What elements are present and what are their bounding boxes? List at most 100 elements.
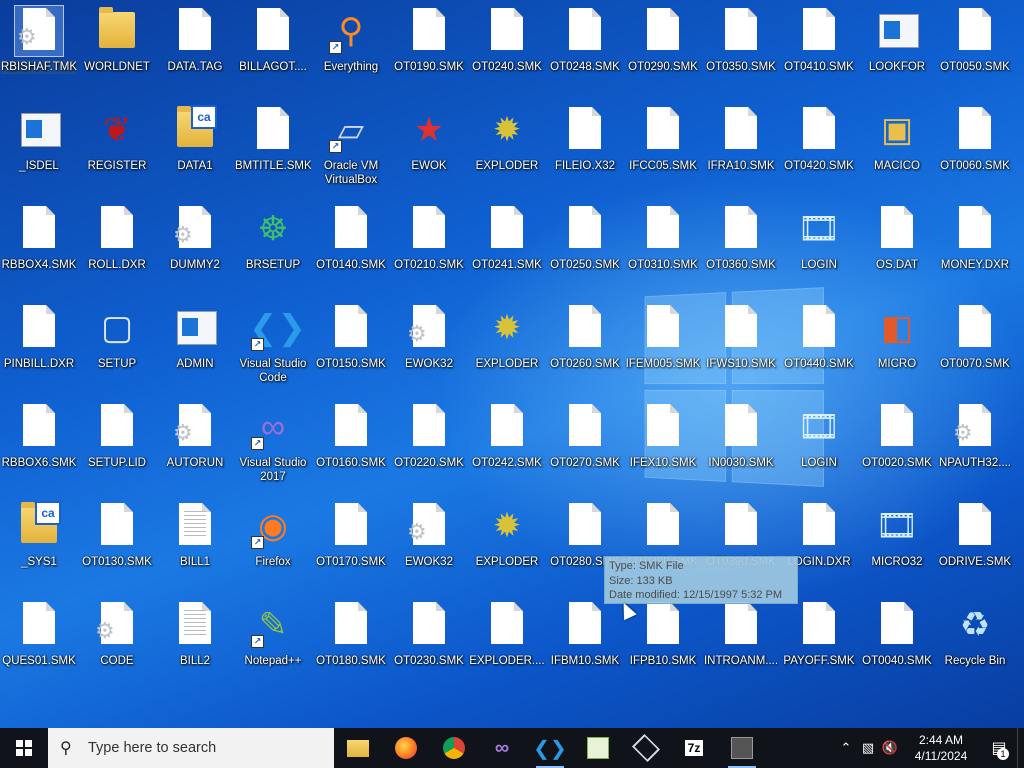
desktop-icon-ot0020-smk[interactable]: OT0020.SMK (859, 402, 935, 470)
desktop-icon-ewok32[interactable]: ⚙ EWOK32 (391, 303, 467, 371)
desktop-icon-notepad[interactable]: ✎ ↗ Notepad++ (235, 600, 311, 668)
taskbar-notepad-plus-plus[interactable] (574, 728, 622, 768)
desktop-icon-rbishaf-tmk[interactable]: ⚙ RBISHAF.TMK (1, 5, 77, 74)
desktop-icon-exploder[interactable]: ✹ EXPLODER (469, 303, 545, 371)
desktop-icon-ifex10-smk[interactable]: IFEX10.SMK (625, 402, 701, 470)
desktop-icon-ot0140-smk[interactable]: OT0140.SMK (313, 204, 389, 272)
desktop-icon-ifra10-smk[interactable]: IFRA10.SMK (703, 105, 779, 173)
desktop-icon-ifcc05-smk[interactable]: IFCC05.SMK (625, 105, 701, 173)
desktop-icon-register[interactable]: ❦ REGISTER (79, 105, 155, 173)
desktop-icon-admin[interactable]: ADMIN (157, 303, 233, 371)
desktop-icon-ot0170-smk[interactable]: OT0170.SMK (313, 501, 389, 569)
desktop-icon-ot0290-smk[interactable]: OT0290.SMK (625, 6, 701, 74)
network-icon[interactable]: ▧ (857, 740, 879, 756)
desktop-icon-micro32[interactable]: 🎞 MICRO32 (859, 501, 935, 569)
desktop-icon-ot0240-smk[interactable]: OT0240.SMK (469, 6, 545, 74)
desktop-icon-billagot[interactable]: BILLAGOT.... (235, 6, 311, 74)
desktop-icon-macico[interactable]: ▣ MACICO (859, 105, 935, 173)
desktop-icon-ot0250-smk[interactable]: OT0250.SMK (547, 204, 623, 272)
desktop-icon-ifws10-smk[interactable]: IFWS10.SMK (703, 303, 779, 371)
desktop-icon-ques01-smk[interactable]: QUES01.SMK (1, 600, 77, 668)
desktop-icon-sys1[interactable]: ca _SYS1 (1, 501, 77, 569)
desktop-icon-money-dxr[interactable]: MONEY.DXR (937, 204, 1013, 272)
desktop-icon-setup[interactable]: ▢ SETUP (79, 303, 155, 371)
desktop-icon-ot0070-smk[interactable]: OT0070.SMK (937, 303, 1013, 371)
desktop-icon-recycle-bin[interactable]: ♻ Recycle Bin (937, 600, 1013, 668)
desktop-icon-ot0420-smk[interactable]: OT0420.SMK (781, 105, 857, 173)
desktop-icon-bill2[interactable]: BILL2 (157, 600, 233, 668)
desktop-icon-everything[interactable]: ⚲ ↗ Everything (313, 6, 389, 74)
desktop-icon-ot0310-smk[interactable]: OT0310.SMK (625, 204, 701, 272)
desktop-icon-npauth32[interactable]: ⚙ NPAUTH32.... (937, 402, 1013, 470)
desktop-icon-dummy2[interactable]: ⚙ DUMMY2 (157, 204, 233, 272)
desktop-icon-ot0040-smk[interactable]: OT0040.SMK (859, 600, 935, 668)
desktop-icon-isdel[interactable]: _ISDEL (1, 105, 77, 173)
taskbar-visual-studio[interactable]: ∞ (478, 728, 526, 768)
desktop-icon-ifpb10-smk[interactable]: IFPB10.SMK (625, 600, 701, 668)
desktop-icon-ot0050-smk[interactable]: OT0050.SMK (937, 6, 1013, 74)
desktop-icon-data1[interactable]: ca DATA1 (157, 105, 233, 173)
desktop-icon-setup-lid[interactable]: SETUP.LID (79, 402, 155, 470)
desktop-icon-brsetup[interactable]: ☸ BRSETUP (235, 204, 311, 272)
desktop-icon-payoff-smk[interactable]: PAYOFF.SMK (781, 600, 857, 668)
desktop-icon-login[interactable]: 🎞 LOGIN (781, 402, 857, 470)
desktop-icon-worldnet[interactable]: WORLDNET (79, 6, 155, 74)
desktop-icon-fileio-x32[interactable]: FILEIO.X32 (547, 105, 623, 173)
desktop-icon-pinbill-dxr[interactable]: PINBILL.DXR (1, 303, 77, 371)
taskbar-file-explorer[interactable] (334, 728, 382, 768)
clock[interactable]: 2:44 AM 4/11/2024 (901, 732, 981, 764)
taskbar-chrome[interactable] (430, 728, 478, 768)
desktop-icon-code[interactable]: ⚙ CODE (79, 600, 155, 668)
taskbar-virtualbox[interactable] (622, 728, 670, 768)
taskbar-director[interactable] (718, 728, 766, 768)
desktop-icon-ewok[interactable]: ★ EWOK (391, 105, 467, 173)
desktop-icon-ot0260-smk[interactable]: OT0260.SMK (547, 303, 623, 371)
desktop-icon-ot0130-smk[interactable]: OT0130.SMK (79, 501, 155, 569)
desktop-icon-in0030-smk[interactable]: IN0030.SMK (703, 402, 779, 470)
desktop-icon-micro[interactable]: ◧ MICRO (859, 303, 935, 371)
desktop-icon-exploder[interactable]: EXPLODER.... (469, 600, 545, 668)
chevron-up-icon[interactable]: ⌃ (835, 740, 857, 756)
desktop[interactable]: ⚙ RBISHAF.TMK _ISDEL RBBOX4.SMK PINBILL.DXR R… (0, 0, 1024, 728)
desktop-icon-rbbox6-smk[interactable]: RBBOX6.SMK (1, 402, 77, 470)
desktop-icon-firefox[interactable]: ◉ ↗ Firefox (235, 501, 311, 569)
taskbar-firefox[interactable] (382, 728, 430, 768)
desktop-icon-roll-dxr[interactable]: ROLL.DXR (79, 204, 155, 272)
desktop-icon-ot0248-smk[interactable]: OT0248.SMK (547, 6, 623, 74)
desktop-icon-ot0210-smk[interactable]: OT0210.SMK (391, 204, 467, 272)
desktop-icon-ot0242-smk[interactable]: OT0242.SMK (469, 402, 545, 470)
desktop-icon-visual-studio-code[interactable]: ❮❯ ↗ Visual Studio Code (235, 303, 311, 385)
desktop-icon-ot0060-smk[interactable]: OT0060.SMK (937, 105, 1013, 173)
desktop-icon-login[interactable]: 🎞 LOGIN (781, 204, 857, 272)
desktop-icon-ot0160-smk[interactable]: OT0160.SMK (313, 402, 389, 470)
desktop-icon-ot0150-smk[interactable]: OT0150.SMK (313, 303, 389, 371)
desktop-icon-ewok32[interactable]: ⚙ EWOK32 (391, 501, 467, 569)
desktop-icon-ifbm10-smk[interactable]: IFBM10.SMK (547, 600, 623, 668)
desktop-icon-os-dat[interactable]: OS.DAT (859, 204, 935, 272)
desktop-icon-ot0270-smk[interactable]: OT0270.SMK (547, 402, 623, 470)
show-desktop-button[interactable] (1017, 728, 1024, 768)
desktop-icon-exploder[interactable]: ✹ EXPLODER (469, 501, 545, 569)
desktop-icon-ifem005-smk[interactable]: IFEM005.SMK (625, 303, 701, 371)
desktop-icon-ot0190-smk[interactable]: OT0190.SMK (391, 6, 467, 74)
desktop-icon-ot0241-smk[interactable]: OT0241.SMK (469, 204, 545, 272)
desktop-icon-ot0360-smk[interactable]: OT0360.SMK (703, 204, 779, 272)
desktop-icon-visual-studio-2017[interactable]: ∞ ↗ Visual Studio 2017 (235, 402, 311, 484)
desktop-icon-autorun[interactable]: ⚙ AUTORUN (157, 402, 233, 470)
desktop-icon-ot0230-smk[interactable]: OT0230.SMK (391, 600, 467, 668)
desktop-icon-ot0410-smk[interactable]: OT0410.SMK (781, 6, 857, 74)
desktop-icon-exploder[interactable]: ✹ EXPLODER (469, 105, 545, 173)
desktop-icon-oracle-vm-virtualbox[interactable]: ▱ ↗ Oracle VM VirtualBox (313, 105, 389, 187)
desktop-icon-rbbox4-smk[interactable]: RBBOX4.SMK (1, 204, 77, 272)
start-button[interactable] (0, 728, 48, 768)
search-box[interactable]: ⚲ Type here to search (48, 728, 334, 768)
desktop-icon-ot0440-smk[interactable]: OT0440.SMK (781, 303, 857, 371)
desktop-icon-bill1[interactable]: BILL1 (157, 501, 233, 569)
desktop-icon-data-tag[interactable]: DATA.TAG (157, 6, 233, 74)
desktop-icon-bmtitle-smk[interactable]: BMTITLE.SMK (235, 105, 311, 173)
taskbar-vscode[interactable]: ❮❯ (526, 728, 574, 768)
desktop-icon-ot0350-smk[interactable]: OT0350.SMK (703, 6, 779, 74)
desktop-icon-odrive-smk[interactable]: ODRIVE.SMK (937, 501, 1013, 569)
desktop-icon-ot0180-smk[interactable]: OT0180.SMK (313, 600, 389, 668)
desktop-icon-introanm[interactable]: INTROANM.... (703, 600, 779, 668)
